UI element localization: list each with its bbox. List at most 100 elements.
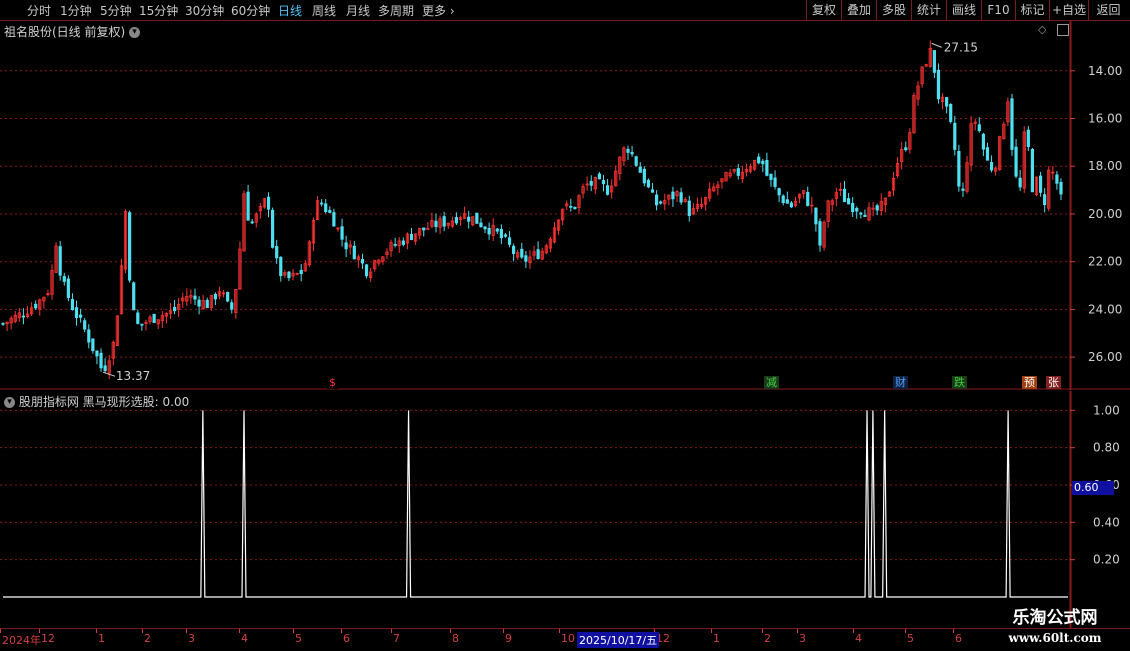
- candle: [1002, 121, 1006, 140]
- date-axis: 2024年 12 1 2 3 4 5 6 7 8 9 10 12 1 2 3 4 5 6 2025/10/17/五: [0, 628, 1130, 651]
- stock-title-row[interactable]: 祖名股份(日线 前复权) ▾: [4, 23, 141, 40]
- timeframe-tab-10[interactable]: 更多 ›: [422, 2, 455, 19]
- toolbar-button-6[interactable]: 标记: [1015, 0, 1049, 20]
- candle: [679, 187, 683, 205]
- candle: [985, 142, 990, 161]
- candle: [311, 217, 316, 252]
- timeframe-tab-2[interactable]: 5分钟: [100, 2, 132, 19]
- candle: [936, 63, 941, 104]
- candle: [675, 190, 679, 203]
- candle: [377, 258, 381, 266]
- candle: [957, 144, 961, 192]
- candle: [70, 293, 75, 311]
- toolbar-button-7[interactable]: +自选: [1049, 0, 1088, 20]
- candle: [495, 227, 499, 234]
- candle: [977, 117, 981, 133]
- candle: [217, 286, 222, 300]
- toolbar-button-1[interactable]: 叠加: [841, 0, 876, 20]
- candle: [197, 296, 201, 315]
- candle: [136, 309, 140, 325]
- candle: [699, 197, 704, 209]
- candle: [765, 152, 769, 177]
- candle: [512, 243, 516, 262]
- candle: [695, 197, 700, 213]
- event-marker-4[interactable]: 预: [1022, 376, 1037, 389]
- candle: [720, 178, 724, 189]
- candle: [969, 115, 973, 172]
- candle: [234, 288, 238, 319]
- candle: [115, 315, 119, 346]
- timeframe-tab-9[interactable]: 多周期: [378, 2, 414, 19]
- candle: [601, 174, 606, 192]
- candle: [315, 196, 320, 221]
- period-toolbar: 分时 1分钟 5分钟 15分钟 30分钟 60分钟 日线 周线 月线 多周期 更多 › 复权 叠加 多股统…: [0, 0, 1130, 21]
- candle: [663, 193, 667, 211]
- candle: [189, 289, 193, 304]
- cursor-value-badge: 0.60: [1072, 481, 1114, 495]
- indicator-axis-label: 0.20: [1093, 553, 1120, 567]
- candle: [422, 227, 426, 237]
- candle: [724, 171, 728, 182]
- panel-toggle-icon[interactable]: [1057, 24, 1069, 36]
- chevron-down-icon[interactable]: ▾: [129, 27, 141, 38]
- toolbar-button-3[interactable]: 统计: [911, 0, 946, 20]
- candle: [238, 241, 242, 290]
- candle: [1038, 171, 1043, 197]
- toolbar-button-0[interactable]: 复权: [806, 0, 841, 20]
- candle: [789, 200, 793, 209]
- toolbar-button-8[interactable]: 返回: [1088, 0, 1128, 20]
- candle: [471, 216, 475, 227]
- event-marker-5[interactable]: 张: [1046, 376, 1061, 389]
- candle: [360, 253, 365, 269]
- date-axis-label: 2024年: [2, 634, 41, 647]
- candle: [830, 198, 834, 212]
- candle: [736, 164, 740, 180]
- candle: [458, 215, 463, 226]
- diamond-icon[interactable]: ◇: [1038, 23, 1046, 36]
- price-chart[interactable]: 26.00 24.00 22.00 20.00 18.00 16.00 14.00 27.15…: [0, 21, 1130, 390]
- candle: [13, 311, 17, 324]
- candle: [209, 295, 213, 311]
- candle: [793, 196, 798, 208]
- candle: [544, 243, 548, 255]
- candle: [213, 292, 218, 306]
- candle: [671, 186, 675, 207]
- timeframe-tab-1[interactable]: 1分钟: [60, 2, 92, 19]
- timeframe-tab-7[interactable]: 周线: [312, 2, 336, 19]
- timeframe-tab-8[interactable]: 月线: [346, 2, 370, 19]
- timeframe-tab-5[interactable]: 60分钟: [231, 2, 270, 19]
- indicator-chart[interactable]: 0.20 0.40 0.60 0.80 1.00: [0, 391, 1130, 628]
- candle: [667, 194, 671, 206]
- candle: [393, 237, 397, 248]
- timeframe-tab-3[interactable]: 15分钟: [139, 2, 178, 19]
- date-axis-label: 7: [393, 632, 400, 645]
- toolbar-button-2[interactable]: 多股: [876, 0, 911, 20]
- candle: [904, 141, 908, 152]
- price-axis-label: 14.00: [1088, 64, 1122, 78]
- candle: [961, 182, 965, 197]
- toolbar-button-4[interactable]: 画线: [946, 0, 981, 20]
- candle: [883, 197, 887, 213]
- timeframe-tab-0[interactable]: 分时: [27, 2, 51, 19]
- event-marker-1[interactable]: 减: [764, 376, 779, 389]
- toolbar-button-5[interactable]: F10: [981, 0, 1015, 20]
- candle: [389, 239, 393, 257]
- event-marker-0[interactable]: $: [327, 376, 338, 389]
- timeframe-tab-6[interactable]: 日线: [278, 2, 302, 19]
- candle: [965, 156, 969, 194]
- candle: [491, 218, 495, 241]
- candle: [107, 354, 111, 380]
- timeframe-tab-4[interactable]: 30分钟: [185, 2, 224, 19]
- indicator-title-row[interactable]: ▾ 股朋指标网 黑马现形选股: 0.00: [4, 393, 189, 410]
- candle: [871, 202, 875, 217]
- chevron-down-icon[interactable]: ▾: [4, 397, 15, 408]
- candle: [585, 176, 589, 191]
- candle: [818, 218, 822, 252]
- candle: [324, 199, 328, 214]
- date-axis-label: 10: [561, 632, 575, 645]
- candle: [487, 222, 491, 240]
- candle: [716, 180, 720, 196]
- event-marker-2[interactable]: 财: [893, 376, 908, 389]
- candle: [855, 206, 859, 219]
- event-marker-3[interactable]: 跌: [952, 376, 967, 389]
